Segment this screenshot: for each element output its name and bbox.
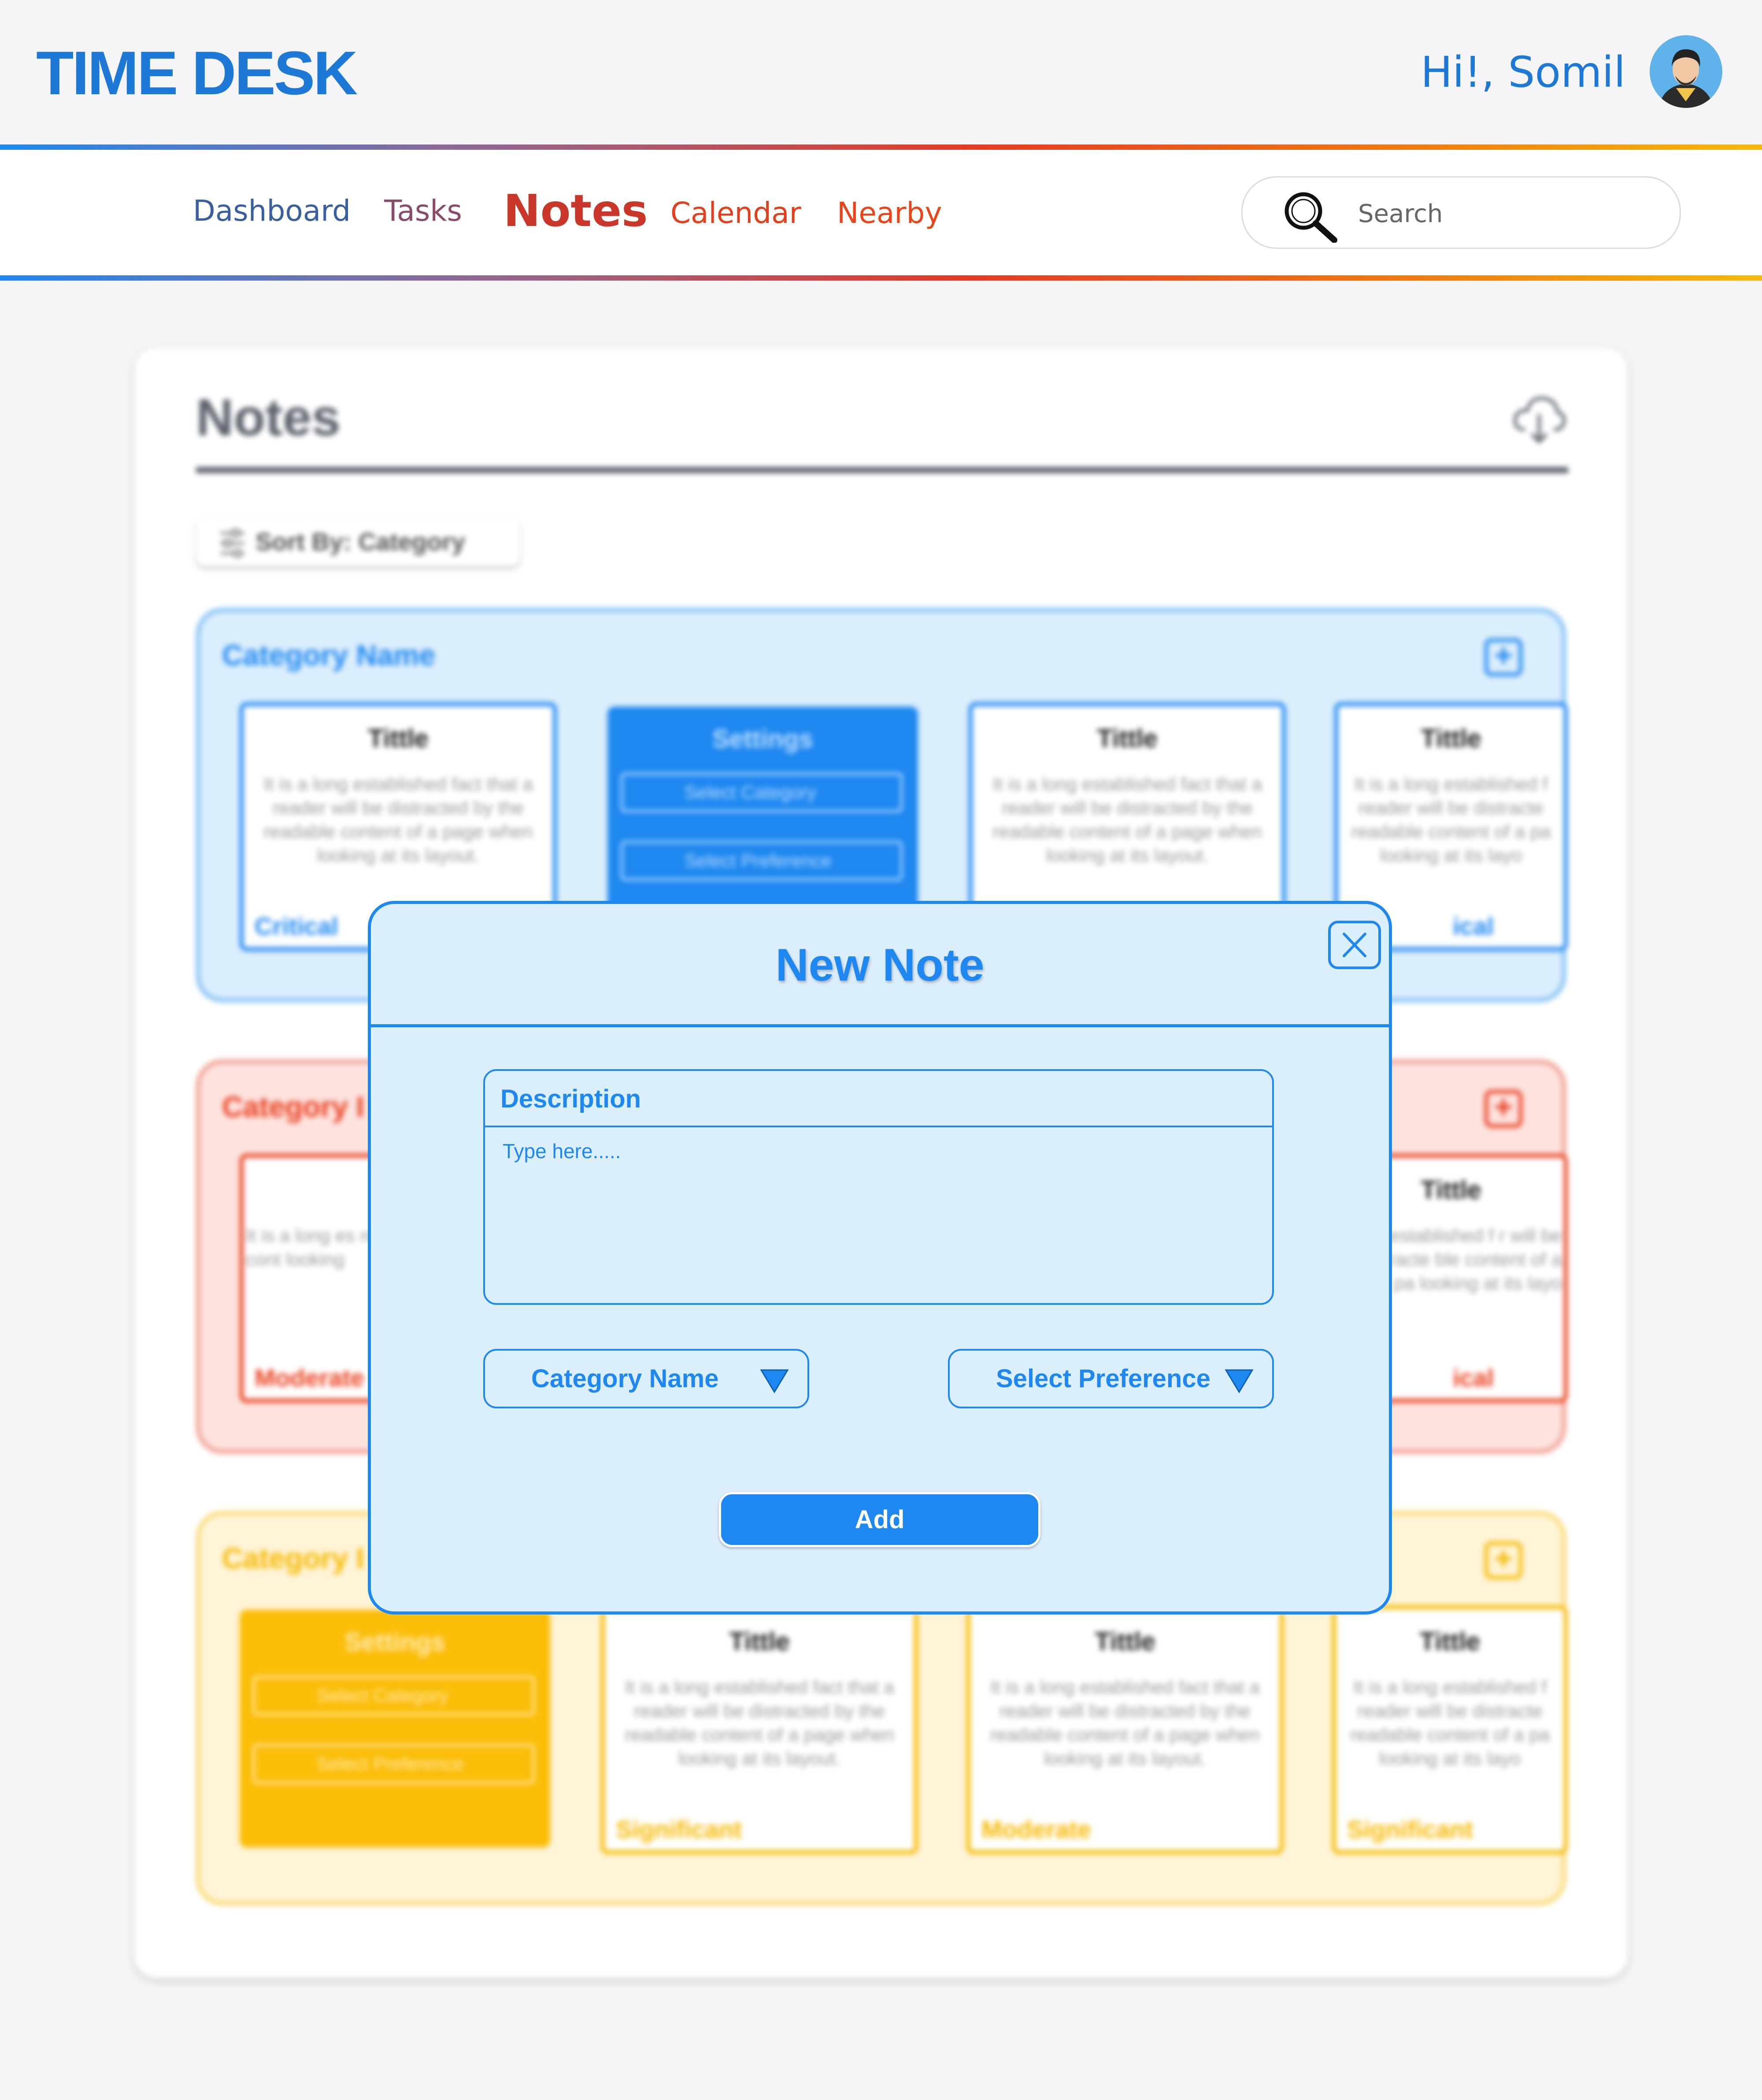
select-preference[interactable]: Select Preference [621, 841, 903, 881]
note-title: Tittle [1419, 1627, 1481, 1656]
note-card[interactable]: Tittle It is a long established fact tha… [601, 1605, 918, 1854]
chevron-down-icon [1225, 1369, 1254, 1393]
note-title: Tittle [368, 724, 429, 753]
category-name: Category I [222, 1090, 364, 1123]
cloud-download-icon[interactable] [1512, 392, 1567, 445]
note-card[interactable]: Tittle It is a long established f reader… [1332, 1605, 1568, 1854]
note-body: It is a long established fact that a rea… [263, 774, 533, 866]
select-preference[interactable]: Select Preference [253, 1744, 535, 1784]
close-icon [1343, 933, 1366, 957]
category-dropdown-label: Category Name [531, 1364, 719, 1393]
note-level: Moderate [255, 1364, 364, 1392]
sort-label: Sort By: Category [255, 528, 466, 556]
description-box: Description [483, 1069, 1274, 1305]
note-title: Tittle [1095, 1627, 1155, 1656]
add-note-icon[interactable]: + [1484, 1090, 1522, 1128]
category-name: Category Name [222, 639, 436, 671]
sort-button[interactable]: Sort By: Category [196, 518, 520, 566]
note-level: Significant [616, 1815, 742, 1843]
add-button[interactable]: Add [719, 1492, 1040, 1547]
note-body: It is a long established f reader will b… [1351, 774, 1551, 866]
note-level: Significant [1347, 1815, 1473, 1843]
add-note-icon[interactable]: + [1484, 638, 1522, 676]
category-dropdown[interactable]: Category Name [483, 1349, 809, 1408]
title-divider [196, 467, 1568, 473]
chevron-down-icon [760, 1369, 789, 1393]
settings-title: Settings [344, 1628, 445, 1656]
modal-header: New Note [371, 904, 1389, 1027]
note-title: Tittle [729, 1627, 790, 1656]
note-body: It is a long established fact that a rea… [992, 774, 1262, 866]
filter-icon [220, 528, 244, 558]
note-card[interactable]: Tittle It is a long established fact tha… [966, 1605, 1284, 1854]
category-name: Category I [222, 1542, 364, 1574]
page-title: Notes [196, 389, 341, 447]
preference-dropdown[interactable]: Select Preference [948, 1349, 1274, 1408]
note-title: Tittle [1097, 724, 1158, 753]
note-level: ical [1453, 912, 1494, 940]
add-note-icon[interactable]: + [1484, 1541, 1522, 1579]
modal-title: New Note [775, 940, 985, 991]
new-note-modal: New Note Description Category Name Selec… [368, 901, 1392, 1615]
note-body: It is a long established fact that a rea… [625, 1677, 894, 1769]
description-input[interactable] [503, 1139, 1251, 1271]
note-level: Moderate [981, 1815, 1091, 1843]
note-level: Critical [255, 912, 338, 940]
note-level: ical [1453, 1364, 1494, 1392]
preference-dropdown-label: Select Preference [996, 1364, 1210, 1393]
select-category[interactable]: Select Category [253, 1676, 535, 1715]
select-category[interactable]: Select Category [621, 773, 903, 812]
note-body: It is a long established f reader will b… [1350, 1677, 1550, 1769]
settings-title: Settings [712, 725, 813, 753]
description-label: Description [485, 1071, 1272, 1127]
settings-card: Settings Select Category Select Preferen… [240, 1610, 550, 1848]
close-button[interactable] [1328, 921, 1381, 969]
note-title: Tittle [1421, 724, 1481, 753]
note-body: It is a long established fact that a rea… [990, 1677, 1260, 1769]
